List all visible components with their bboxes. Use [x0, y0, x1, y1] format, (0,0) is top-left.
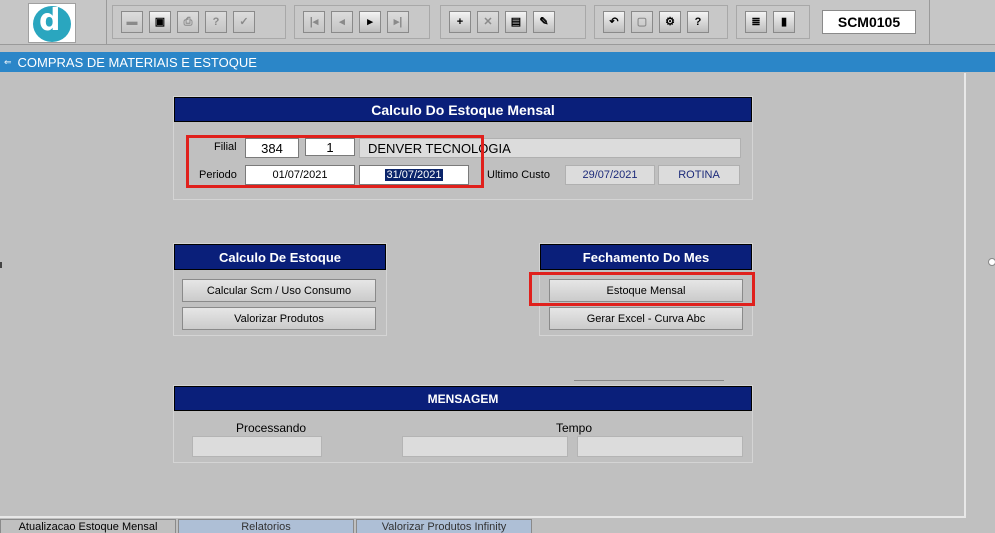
- first-record-icon[interactable]: |◂: [303, 11, 325, 33]
- toolbar-divider: [929, 0, 930, 45]
- toolbar-divider: [106, 0, 107, 45]
- left-edge-marker: [0, 262, 2, 268]
- prev-record-icon[interactable]: ◂: [331, 11, 353, 33]
- app-logo: d: [28, 3, 76, 43]
- execute-query-icon[interactable]: ✓: [233, 11, 255, 33]
- highlight-box-estoque-mensal: [529, 272, 755, 306]
- tempo-field-2: [577, 436, 743, 457]
- print-icon[interactable]: ⎙: [177, 11, 199, 33]
- options-icon[interactable]: ⚙: [659, 11, 681, 33]
- tempo-label: Tempo: [556, 421, 593, 435]
- processando-label: Processando: [236, 421, 307, 435]
- list-values-icon[interactable]: ▤: [505, 11, 527, 33]
- highlight-box-filial-periodo: [186, 135, 484, 188]
- window-title-bar: ⇐ COMPRAS DE MATERIAIS E ESTOQUE: [0, 52, 995, 72]
- processando-field: [192, 436, 322, 457]
- tab-atualizacao-estoque[interactable]: Atualizacao Estoque Mensal: [0, 519, 176, 533]
- calcular-scm-button[interactable]: Calcular Scm / Uso Consumo: [182, 279, 376, 302]
- toolbar-group-nav: |◂ ◂ ▸ ▸|: [294, 5, 430, 39]
- exit-icon[interactable]: ▮: [773, 11, 795, 33]
- last-record-icon[interactable]: ▸|: [387, 11, 409, 33]
- tab-valorizar-produtos[interactable]: Valorizar Produtos Infinity: [356, 519, 532, 533]
- divider-line: [574, 380, 724, 381]
- estoque-panel-header: Calculo De Estoque: [174, 244, 386, 270]
- screen-icon[interactable]: ▣: [149, 11, 171, 33]
- ultimo-custo-date-field: 29/07/2021: [565, 165, 655, 185]
- fechamento-panel-header: Fechamento Do Mes: [540, 244, 752, 270]
- tab-bar: Atualizacao Estoque Mensal Relatorios Va…: [0, 519, 995, 533]
- next-record-icon[interactable]: ▸: [359, 11, 381, 33]
- toolbar-group-misc: ↶ ▢ ⚙?: [594, 5, 728, 39]
- undo-icon[interactable]: ↶: [603, 11, 625, 33]
- menu-icon[interactable]: ≣: [745, 11, 767, 33]
- gerar-excel-button[interactable]: Gerar Excel - Curva Abc: [549, 307, 743, 330]
- insert-record-icon[interactable]: +: [449, 11, 471, 33]
- toolbar-group-edit: ▬ ▣ ⎙? ✓: [112, 5, 286, 39]
- help-icon[interactable]: ?: [687, 11, 709, 33]
- calc-panel-header: Calculo Do Estoque Mensal: [174, 97, 752, 122]
- form-id-label: SCM0105: [822, 10, 916, 34]
- clear-icon[interactable]: ▢: [631, 11, 653, 33]
- ultimo-custo-label: Ultimo Custo: [487, 169, 550, 181]
- save-icon[interactable]: ▬: [121, 11, 143, 33]
- resize-handle[interactable]: [988, 258, 995, 266]
- window-title: COMPRAS DE MATERIAIS E ESTOQUE: [17, 54, 257, 70]
- ultimo-custo-type-field: ROTINA: [658, 165, 740, 185]
- toolbar-group-menu: ≣ ▮: [736, 5, 810, 39]
- tab-relatorios[interactable]: Relatorios: [178, 519, 354, 533]
- query-icon[interactable]: ?: [205, 11, 227, 33]
- edit-icon[interactable]: ✎: [533, 11, 555, 33]
- toolbar-group-record: + ✕ ▤ ✎: [440, 5, 586, 39]
- window-menu-icon[interactable]: ⇐: [4, 57, 12, 68]
- toolbar: d ▬ ▣ ⎙? ✓ |◂ ◂ ▸ ▸| + ✕ ▤ ✎ ↶ ▢ ⚙? ≣ ▮ SCM0105: [0, 0, 995, 45]
- tempo-field-1: [402, 436, 568, 457]
- delete-record-icon[interactable]: ✕: [477, 11, 499, 33]
- valorizar-produtos-button[interactable]: Valorizar Produtos: [182, 307, 376, 330]
- mensagem-panel-header: MENSAGEM: [174, 386, 752, 411]
